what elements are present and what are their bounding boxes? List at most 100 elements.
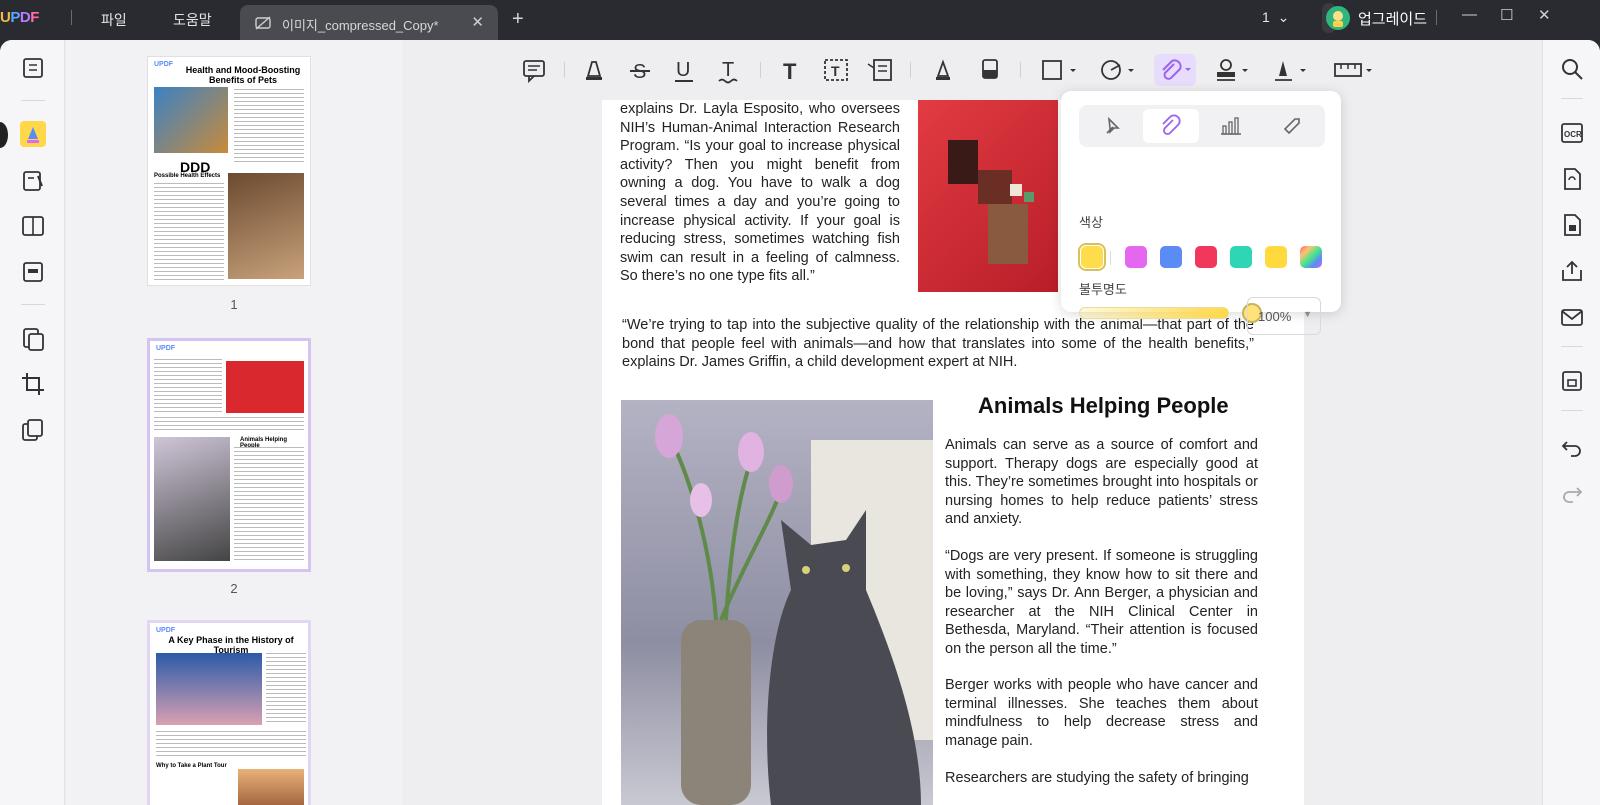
left-toolbar: [0, 40, 65, 805]
paragraph-4: “Dogs are very present. If someone is st…: [945, 548, 1258, 657]
rectangle-icon[interactable]: [1040, 56, 1080, 84]
tab-tag[interactable]: [1263, 109, 1319, 143]
highlight-icon[interactable]: [580, 56, 608, 84]
convert-file-icon[interactable]: [1559, 166, 1585, 192]
thumb-image-cat: [154, 437, 230, 561]
cat-image[interactable]: [621, 400, 933, 805]
color-swatch-pink[interactable]: [1125, 246, 1147, 268]
title-bar: UPDF 파일 도움말 이미지_compressed_Copy* ✕ + 1 ⌄…: [0, 0, 1600, 41]
divider: [21, 100, 45, 101]
signature-icon[interactable]: [1270, 56, 1310, 84]
squiggly-icon[interactable]: T: [715, 56, 743, 84]
tab-pin[interactable]: [1083, 109, 1139, 143]
undo-icon[interactable]: [1559, 434, 1585, 460]
opacity-dropdown[interactable]: 100% ▼: [1247, 297, 1321, 335]
paragraph-1: explains Dr. Layla Esposito, who oversee…: [620, 101, 900, 285]
pin-icon: [1106, 116, 1120, 134]
convert-icon[interactable]: [20, 326, 46, 352]
thumb-subheading: Possible Health Effects: [154, 173, 221, 179]
thumbnail-page-3[interactable]: UPDF A Key Phase in the History of Touri…: [147, 620, 311, 805]
comment-icon[interactable]: [520, 56, 548, 84]
thumbnail-page-2[interactable]: UPDF Animals Helping People: [147, 338, 311, 572]
thumb-image-dog: [228, 173, 304, 279]
save-icon[interactable]: [1559, 368, 1585, 394]
underline-icon[interactable]: U: [670, 56, 698, 84]
thumb-image-dog: [226, 361, 304, 413]
thumb-text-lines: [154, 359, 222, 415]
popup-tabs: [1079, 105, 1325, 147]
organize-icon[interactable]: [20, 213, 46, 239]
share-icon[interactable]: [1559, 258, 1585, 284]
svg-text:T: T: [831, 63, 840, 79]
thumb-text-lines: [154, 417, 304, 433]
thumb-image-tower: [238, 769, 304, 805]
page-tools-icon[interactable]: [20, 417, 46, 443]
thumb-text-lines: [234, 89, 304, 165]
color-swatch-blue[interactable]: [1160, 246, 1182, 268]
form-icon[interactable]: [20, 259, 46, 285]
shape-icon[interactable]: [1098, 56, 1138, 84]
divider: [21, 304, 45, 305]
tab-chart[interactable]: [1203, 109, 1259, 143]
pencil-icon[interactable]: [930, 56, 958, 84]
paragraph-2: “We’re trying to tap into the subjective…: [622, 317, 1254, 371]
minimize-icon[interactable]: —: [1462, 6, 1477, 23]
thumb-title: Health and Mood-Boosting Benefits of Pet…: [185, 65, 301, 85]
close-window-icon[interactable]: ✕: [1538, 6, 1551, 24]
maximize-icon[interactable]: ☐: [1500, 6, 1513, 24]
thumb-logo: UPDF: [156, 627, 176, 634]
email-icon[interactable]: [1559, 304, 1585, 330]
page-number: 2: [230, 581, 238, 596]
new-tab-icon[interactable]: +: [512, 8, 524, 31]
paperclip-icon: [1162, 114, 1181, 135]
svg-text:T: T: [722, 59, 734, 81]
thumbnail-page-1[interactable]: UPDF Health and Mood-Boosting Benefits o…: [147, 56, 311, 286]
color-swatch-teal[interactable]: [1230, 246, 1252, 268]
menu-file[interactable]: 파일: [101, 10, 127, 30]
workspace: UPDF Health and Mood-Boosting Benefits o…: [0, 40, 1600, 805]
thumb-image-street: [156, 653, 262, 725]
opacity-value: 100%: [1258, 309, 1292, 324]
strikethrough-icon[interactable]: S: [626, 56, 654, 84]
upgrade-button[interactable]: 업그레이드: [1322, 3, 1427, 33]
ocr-icon[interactable]: OCR: [1559, 120, 1585, 146]
divider: [1561, 98, 1583, 99]
eraser-icon[interactable]: [976, 56, 1004, 84]
reader-icon[interactable]: [20, 55, 46, 81]
stamp-icon[interactable]: [1212, 56, 1252, 84]
textbox-icon[interactable]: T: [822, 56, 850, 84]
close-tab-icon[interactable]: ✕: [471, 13, 484, 31]
menu-help[interactable]: 도움말: [173, 10, 212, 30]
color-swatch-red[interactable]: [1195, 246, 1217, 268]
thumb-text-lines: [234, 447, 304, 561]
edit-pdf-icon[interactable]: [20, 168, 46, 194]
search-icon[interactable]: [1559, 56, 1585, 82]
divider: [1020, 62, 1021, 78]
callout-icon[interactable]: [866, 56, 894, 84]
divider: [1561, 410, 1583, 411]
link-off-icon: [255, 16, 271, 30]
attachment-properties-popup: 색상 불투명도 100% ▼: [1061, 91, 1341, 335]
protect-icon[interactable]: [1559, 212, 1585, 238]
document-tab[interactable]: 이미지_compressed_Copy* ✕: [240, 5, 498, 41]
page-selector[interactable]: 1 ⌄: [1262, 9, 1289, 26]
svg-text:T: T: [783, 59, 797, 84]
crop-icon[interactable]: [20, 371, 46, 397]
opacity-slider[interactable]: [1079, 303, 1262, 323]
opacity-label: 불투명도: [1079, 282, 1127, 297]
comment-mode-icon[interactable]: [20, 121, 46, 147]
color-swatch-yellow-selected[interactable]: [1078, 243, 1106, 271]
measure-icon[interactable]: [1332, 56, 1376, 84]
divider: [1561, 346, 1583, 347]
svg-text:OCR: OCR: [1564, 130, 1582, 139]
chevron-down-icon: ⌄: [1277, 9, 1290, 25]
right-toolbar: OCR: [1542, 40, 1600, 805]
attachment-tool-active[interactable]: [1154, 54, 1196, 86]
text-icon[interactable]: T: [778, 56, 806, 84]
redo-icon[interactable]: [1559, 480, 1585, 506]
tab-paperclip[interactable]: [1143, 109, 1199, 143]
color-swatch-gold[interactable]: [1265, 246, 1287, 268]
color-swatch-custom[interactable]: [1300, 246, 1322, 268]
dog-image[interactable]: [918, 100, 1058, 292]
divider: [1110, 251, 1111, 265]
